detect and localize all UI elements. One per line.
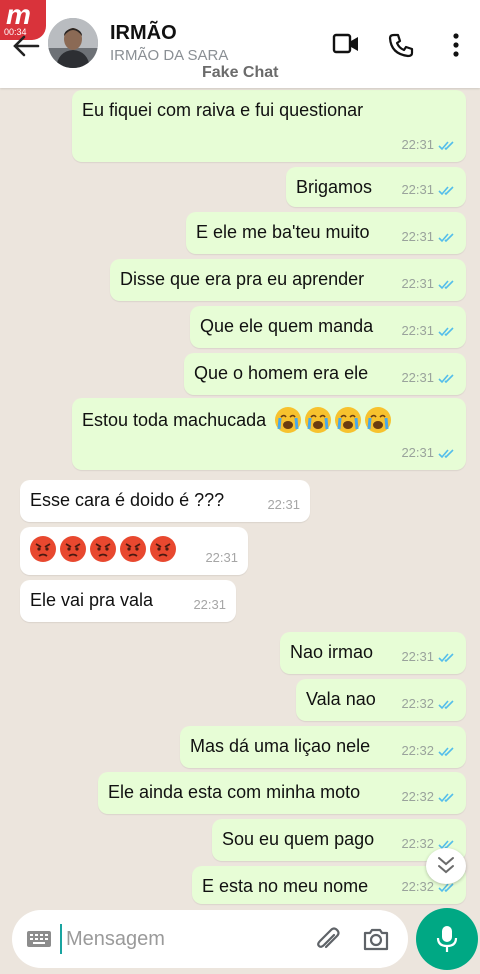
message-time: 22:32 — [401, 743, 434, 758]
message-meta: 22:31 — [401, 646, 456, 668]
message-input[interactable] — [60, 924, 260, 954]
message-text: Brigamos — [296, 177, 373, 197]
message-text: Eu fiquei com raiva e fui questionar — [82, 100, 364, 120]
mic-button[interactable] — [416, 908, 478, 970]
camera-icon[interactable] — [362, 926, 390, 952]
pouting-face-icon — [90, 536, 116, 562]
message-bubble-outgoing[interactable]: Nao irmao 22:31 — [280, 632, 466, 674]
avatar[interactable] — [48, 18, 98, 68]
message-text: E ele me ba'teu muito — [196, 222, 370, 242]
read-ticks-icon — [438, 652, 454, 662]
read-ticks-icon — [438, 279, 454, 289]
message-meta: 22:31 — [267, 494, 300, 516]
message-time: 22:31 — [193, 597, 226, 612]
read-ticks-icon — [438, 185, 454, 195]
pouting-face-icon — [60, 536, 86, 562]
read-ticks-icon — [438, 699, 454, 709]
message-meta: 22:32 — [401, 693, 456, 715]
message-bubble-incoming[interactable]: Ele vai pra vala 22:31 — [20, 580, 236, 622]
message-text: Ele ainda esta com minha moto — [108, 782, 361, 802]
back-arrow-icon[interactable] — [12, 34, 40, 58]
message-time: 22:31 — [205, 550, 238, 565]
message-bubble-outgoing[interactable]: Que o homem era ele 22:31 — [184, 353, 466, 395]
message-composer — [12, 910, 408, 968]
message-text: Nao irmao — [290, 642, 374, 662]
emoji-group — [275, 407, 392, 433]
message-meta: 22:31 — [401, 320, 456, 342]
message-meta: 22:31 — [401, 179, 456, 201]
message-time: 22:31 — [401, 229, 434, 244]
loudly-crying-face-icon — [365, 407, 392, 433]
message-bubble-outgoing[interactable]: Estou toda machucada 22:31 — [72, 398, 466, 470]
contact-subtitle: IRMÃO DA SARA — [110, 47, 229, 64]
message-text: Estou toda machucada — [82, 410, 267, 430]
read-ticks-icon — [438, 140, 454, 150]
message-time: 22:31 — [267, 497, 300, 512]
message-text: Vala nao — [306, 689, 376, 709]
message-text: Que ele quem manda — [200, 316, 374, 336]
message-bubble-outgoing[interactable]: Mas dá uma liçao nele 22:32 — [180, 726, 466, 768]
contact-name[interactable]: IRMÃO — [110, 22, 177, 45]
message-time: 22:31 — [401, 182, 434, 197]
video-call-icon[interactable] — [332, 32, 360, 56]
watermark: Fake Chat — [202, 64, 279, 81]
message-text: Ele vai pra vala — [30, 590, 154, 610]
phone-icon[interactable] — [388, 32, 414, 58]
message-text: Esse cara é doido é ??? — [30, 490, 225, 510]
message-meta: 22:32 — [401, 786, 456, 808]
chat-header: m 00:34 IRMÃO IRMÃO DA SARA Fake Chat — [0, 0, 480, 88]
scroll-to-bottom-button[interactable] — [426, 848, 466, 884]
message-meta: 22:31 — [401, 273, 456, 295]
mic-icon — [436, 926, 458, 952]
message-time: 22:31 — [401, 276, 434, 291]
read-ticks-icon — [438, 792, 454, 802]
read-ticks-icon — [438, 232, 454, 242]
app-logo-letter: m — [6, 0, 31, 30]
read-ticks-icon — [438, 373, 454, 383]
message-text: Que o homem era ele — [194, 363, 369, 383]
pouting-face-icon — [120, 536, 146, 562]
read-ticks-icon — [438, 326, 454, 336]
pouting-face-icon — [30, 536, 56, 562]
message-meta: 22:31 — [401, 226, 456, 248]
message-meta: 22:31 — [401, 367, 456, 389]
message-time: 22:31 — [401, 445, 434, 460]
message-bubble-outgoing[interactable]: E esta no meu nome 22:32 — [192, 866, 466, 904]
more-vert-icon[interactable] — [446, 32, 466, 58]
message-meta: 22:31 — [205, 547, 238, 569]
message-bubble-outgoing[interactable]: Eu fiquei com raiva e fui questionar 22:… — [72, 90, 466, 162]
message-bubble-outgoing[interactable]: Disse que era pra eu aprender 22:31 — [110, 259, 466, 301]
message-time: 22:32 — [401, 789, 434, 804]
message-meta: 22:31 — [401, 134, 456, 156]
message-bubble-incoming[interactable]: 22:31 — [20, 527, 248, 575]
message-bubble-outgoing[interactable]: Que ele quem manda 22:31 — [190, 306, 466, 348]
message-time: 22:31 — [401, 137, 434, 152]
read-ticks-icon — [438, 448, 454, 458]
message-bubble-outgoing[interactable]: Vala nao 22:32 — [296, 679, 466, 721]
message-meta: 22:31 — [193, 594, 226, 616]
message-meta: 22:31 — [401, 442, 456, 464]
loudly-crying-face-icon — [305, 407, 332, 433]
paperclip-icon[interactable] — [314, 926, 342, 954]
pouting-face-icon — [150, 536, 176, 562]
message-text: E esta no meu nome — [202, 876, 369, 896]
read-ticks-icon — [438, 746, 454, 756]
message-time: 22:32 — [401, 696, 434, 711]
message-text: Mas dá uma liçao nele — [190, 736, 371, 756]
message-meta: 22:32 — [401, 740, 456, 762]
message-text: Disse que era pra eu aprender — [120, 269, 365, 289]
message-bubble-incoming[interactable]: Esse cara é doido é ??? 22:31 — [20, 480, 310, 522]
message-time: 22:31 — [401, 323, 434, 338]
message-time: 22:31 — [401, 649, 434, 664]
double-chevron-down-icon — [438, 857, 454, 874]
message-bubble-outgoing[interactable]: Brigamos 22:31 — [286, 167, 466, 207]
keyboard-icon[interactable] — [26, 930, 52, 948]
loudly-crying-face-icon — [275, 407, 302, 433]
message-time: 22:31 — [401, 370, 434, 385]
loudly-crying-face-icon — [335, 407, 362, 433]
message-bubble-outgoing[interactable]: Ele ainda esta com minha moto 22:32 — [98, 772, 466, 814]
message-bubble-outgoing[interactable]: E ele me ba'teu muito 22:31 — [186, 212, 466, 254]
message-text: Sou eu quem pago — [222, 829, 375, 849]
